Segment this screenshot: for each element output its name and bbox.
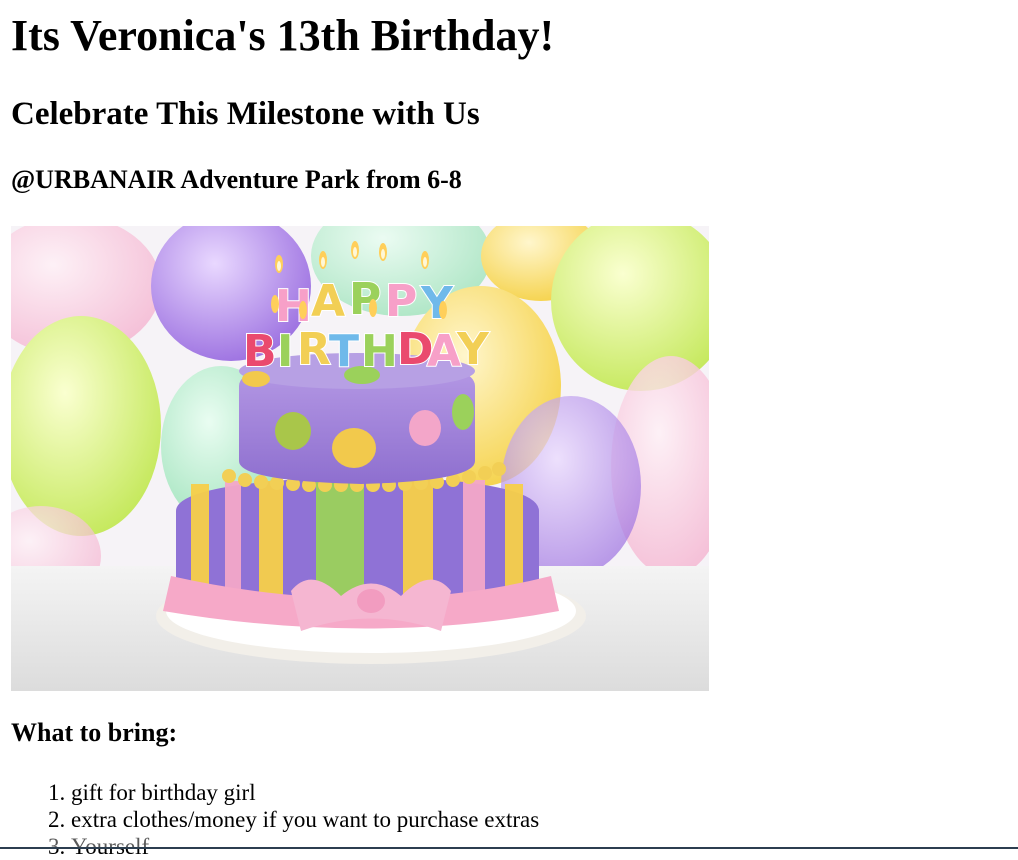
svg-text:H: H: [361, 326, 398, 377]
page-title: Its Veronica's 13th Birthday!: [11, 11, 555, 60]
svg-text:P: P: [385, 276, 417, 327]
svg-text:B: B: [243, 326, 277, 377]
svg-text:P: P: [349, 274, 381, 325]
svg-text:A: A: [427, 326, 461, 377]
svg-text:Y: Y: [420, 278, 454, 329]
viewport-bottom-border: [0, 847, 1018, 849]
svg-text:I: I: [277, 326, 293, 377]
event-location: @URBANAIR Adventure Park from 6-8: [11, 165, 462, 194]
svg-text:R: R: [297, 324, 331, 375]
bring-item-extras: extra clothes/money if you want to purch…: [71, 806, 539, 833]
birthday-cake-image: H A P P Y B I R T H D A Y: [11, 226, 709, 691]
svg-text:A: A: [311, 276, 345, 327]
what-to-bring-heading: What to bring:: [11, 718, 178, 747]
bring-item-gift: gift for birthday girl: [71, 779, 539, 806]
page-subtitle: Celebrate This Milestone with Us: [11, 96, 480, 132]
svg-text:T: T: [329, 326, 359, 377]
viewport-fade: [0, 836, 1018, 847]
svg-text:Y: Y: [456, 324, 490, 375]
